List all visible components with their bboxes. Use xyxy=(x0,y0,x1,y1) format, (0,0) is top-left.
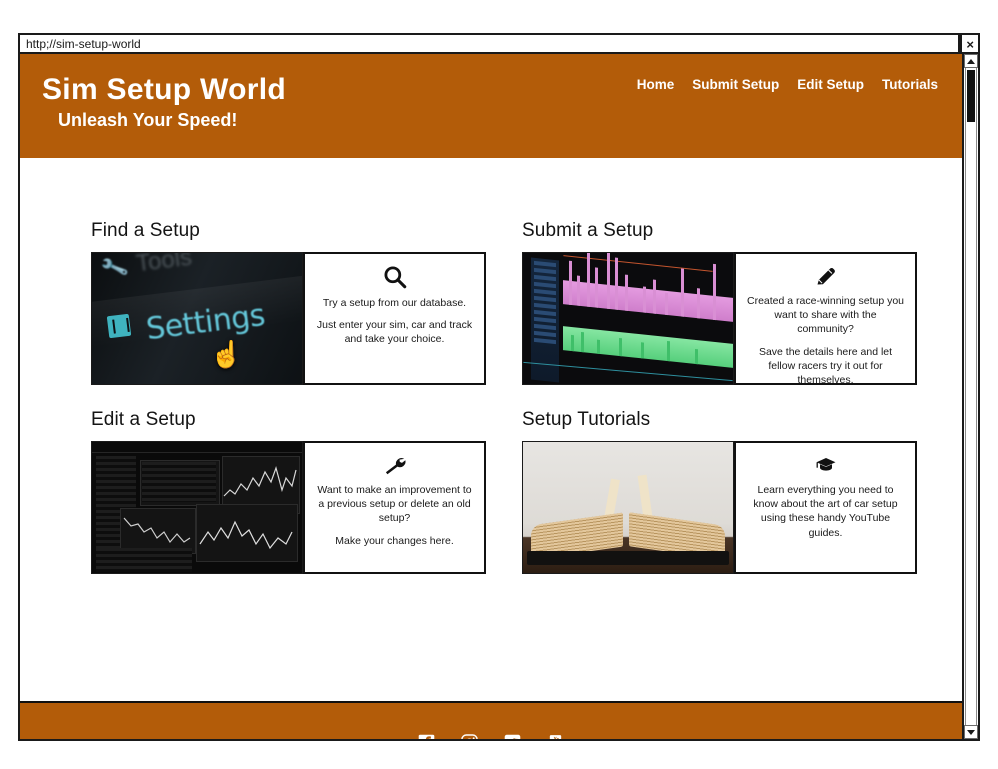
site-tagline: Unleash Your Speed! xyxy=(58,109,238,130)
vertical-scrollbar[interactable] xyxy=(962,54,978,739)
nav-item-tutorials[interactable]: Tutorials xyxy=(882,77,938,92)
scrollbar-track[interactable] xyxy=(965,68,977,725)
scroll-up-icon[interactable] xyxy=(964,54,978,68)
graduation-cap-icon xyxy=(814,453,838,477)
site-header: Sim Setup World Unleash Your Speed! Home… xyxy=(20,54,962,158)
card-text-panel: Want to make an improvement to a previou… xyxy=(303,441,486,574)
card-paragraph: Just enter your sim, car and track and t… xyxy=(316,319,473,346)
card-link-setup-tutorials[interactable]: Learn everything you need to know about … xyxy=(522,441,917,574)
card-link-submit-a-setup[interactable]: Created a race-winning setup you want to… xyxy=(522,252,917,386)
photo-wrench-detail: 🔧 xyxy=(99,253,131,283)
audio-timeline-photo[interactable] xyxy=(522,252,734,385)
data-charts-photo[interactable] xyxy=(91,441,303,574)
photo-tools-text: Tools xyxy=(134,252,194,278)
nav-item-edit-setup[interactable]: Edit Setup xyxy=(797,77,864,92)
twitter-icon[interactable] xyxy=(504,734,521,739)
settings-screen-photo[interactable]: 🔧 Tools Settings ☝ xyxy=(91,252,303,385)
card-heading: Find a Setup xyxy=(91,220,200,241)
facebook-icon[interactable] xyxy=(418,734,435,739)
open-book-photo[interactable] xyxy=(522,441,734,574)
wrench-icon xyxy=(383,453,407,477)
card-heading: Setup Tutorials xyxy=(522,409,651,430)
card-find-a-setup: Find a Setup 🔧 Tools Settings ☝ Try a se… xyxy=(91,220,486,385)
card-setup-tutorials: Setup Tutorials Learn everything you nee… xyxy=(522,409,917,574)
card-text-panel: Created a race-winning setup you want to… xyxy=(734,252,917,386)
photo-settings-tile xyxy=(106,313,132,339)
card-submit-a-setup: Submit a Setup Created a race-winning se… xyxy=(522,220,917,386)
browser-titlebar: http;//sim-setup-world × xyxy=(20,33,978,55)
site-title: Sim Setup World xyxy=(42,73,286,106)
main-navigation: Home Submit Setup Edit Setup Tutorials xyxy=(637,77,938,92)
scrollbar-thumb[interactable] xyxy=(967,70,975,122)
youtube-icon[interactable] xyxy=(547,734,564,739)
card-paragraph: Save the details here and let fellow rac… xyxy=(758,345,893,386)
scroll-down-icon[interactable] xyxy=(964,725,978,739)
feature-cards-grid: Find a Setup 🔧 Tools Settings ☝ Try a se… xyxy=(91,220,917,574)
card-text-panel: Try a setup from our database. Just ente… xyxy=(303,252,486,385)
card-edit-a-setup: Edit a Setup Want to make an improvement… xyxy=(91,409,486,574)
site-footer xyxy=(20,701,962,739)
brand[interactable]: Sim Setup World Unleash Your Speed! xyxy=(20,54,286,131)
close-icon[interactable]: × xyxy=(966,38,974,51)
pencil-icon xyxy=(814,264,838,288)
card-link-edit-a-setup[interactable]: Want to make an improvement to a previou… xyxy=(91,441,486,574)
card-paragraph: Make your changes here. xyxy=(335,534,454,547)
browser-window: http;//sim-setup-world × Sim Setup World… xyxy=(18,33,980,741)
card-paragraph: Learn everything you need to know about … xyxy=(753,484,898,539)
card-paragraph: Created a race-winning setup you want to… xyxy=(747,295,905,336)
instagram-icon[interactable] xyxy=(461,733,478,739)
window-controls: × xyxy=(954,33,974,55)
photo-hand-cursor: ☝ xyxy=(210,339,243,369)
search-icon xyxy=(382,264,408,290)
card-link-find-a-setup[interactable]: 🔧 Tools Settings ☝ Try a setup from our … xyxy=(91,252,486,385)
main-content: Find a Setup 🔧 Tools Settings ☝ Try a se… xyxy=(20,158,962,701)
card-text-panel: Learn everything you need to know about … xyxy=(734,441,917,574)
nav-item-home[interactable]: Home xyxy=(637,77,675,92)
card-heading: Submit a Setup xyxy=(522,220,654,241)
nav-item-submit-setup[interactable]: Submit Setup xyxy=(692,77,779,92)
url-bar[interactable]: http;//sim-setup-world xyxy=(20,37,141,51)
card-paragraph: Try a setup from our database. xyxy=(322,297,467,309)
browser-viewport: Sim Setup World Unleash Your Speed! Home… xyxy=(20,54,978,739)
card-heading: Edit a Setup xyxy=(91,409,196,430)
page-content: Sim Setup World Unleash Your Speed! Home… xyxy=(20,54,962,739)
card-paragraph: Want to make an improvement to a previou… xyxy=(317,484,472,525)
